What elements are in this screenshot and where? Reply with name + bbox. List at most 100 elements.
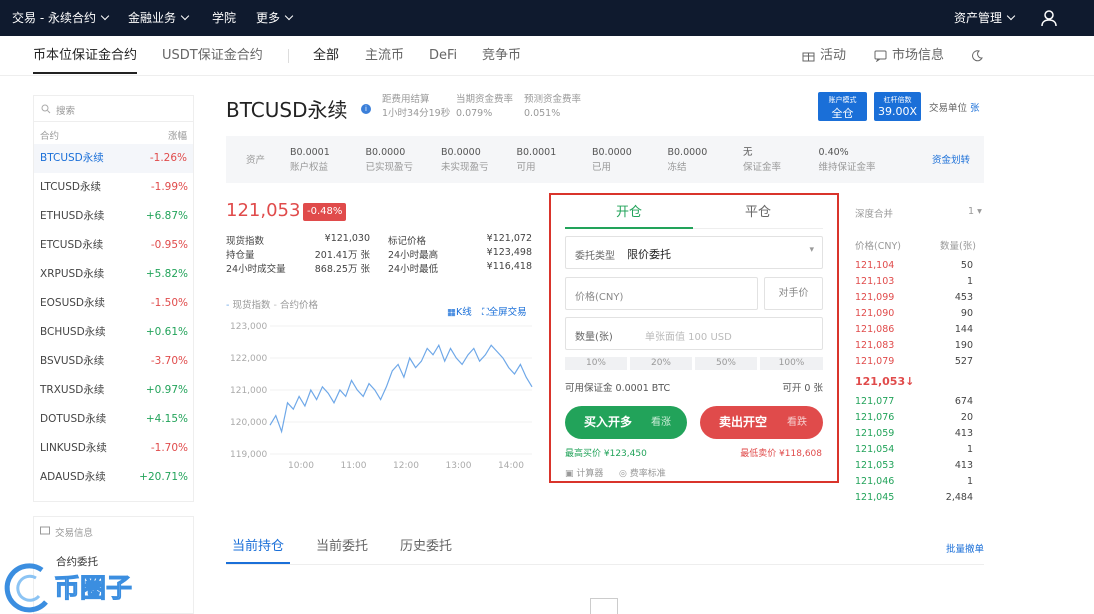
sidebar-item-xrpusd永续[interactable]: XRPUSD永续 +5.82% — [40, 260, 188, 289]
asset-item: 无保证金率 — [743, 145, 781, 175]
tab-defi[interactable]: DeFi — [429, 36, 457, 76]
x-tick-label: 14:00 — [498, 461, 524, 471]
moon-icon[interactable] — [970, 49, 983, 62]
order-type-select[interactable]: 委托类型 限价委托 ▾ — [565, 236, 823, 269]
calculator-link[interactable]: ▣ 计算器 — [565, 466, 603, 479]
batch-cancel-link[interactable]: 批量撤单 — [946, 541, 984, 555]
tab-competitor[interactable]: 竞争币 — [482, 36, 521, 76]
trade-unit-toggle[interactable]: 张 — [970, 103, 980, 114]
tab-usdt-margined[interactable]: USDT保证金合约 — [162, 36, 263, 76]
search-input[interactable]: 搜索 — [34, 96, 193, 122]
depth-row[interactable]: 121,104 50 — [855, 258, 973, 274]
nav-more[interactable]: 更多 — [256, 0, 294, 36]
asset-label: 保证金率 — [743, 162, 782, 173]
sidebar-item-adausd永续[interactable]: ADAUSD永续 +20.71% — [40, 463, 188, 492]
sidebar-item-bchusd永续[interactable]: BCHUSD永续 +0.61% — [40, 318, 188, 347]
stat-label: 现货指数 — [226, 236, 265, 247]
asset-label: 可用 — [516, 162, 536, 173]
kline-link[interactable]: ▦K线 — [447, 304, 472, 318]
stat-value: ¥121,072 — [486, 233, 532, 244]
depth-row[interactable]: 121,077 674 — [855, 394, 973, 410]
percent-20-button[interactable]: 20% — [630, 357, 692, 370]
market-info-link[interactable]: 市场信息 — [892, 36, 944, 76]
depth-price: 121,059 — [855, 428, 895, 439]
sidebar-item-name: BSVUSD永续 — [40, 355, 105, 367]
sidebar-item-etcusd永续[interactable]: ETCUSD永续 -0.95% — [40, 231, 188, 260]
symbol-title: BTCUSD永续 — [226, 98, 348, 122]
nav-asset-management[interactable]: 资产管理 — [954, 0, 1016, 36]
leverage-button[interactable]: 杠杆倍数 39.00X — [874, 92, 921, 121]
asset-item: B0.0000 未实现盈亏 — [441, 145, 489, 175]
fee-standard-link[interactable]: ◎ 费率标准 — [619, 466, 666, 479]
depth-last-price: 121,053↓ — [855, 375, 915, 388]
sidebar-item-trxusd永续[interactable]: TRXUSD永续 +0.97% — [40, 376, 188, 405]
depth-row[interactable]: 121,103 1 — [855, 274, 973, 290]
account-mode-button[interactable]: 账户模式 全仓 — [818, 92, 867, 121]
tab-current-orders[interactable]: 当前委托 — [316, 530, 368, 564]
fullscreen-trade-link[interactable]: ⛶全屏交易 — [482, 304, 527, 318]
depth-row[interactable]: 121,090 90 — [855, 306, 973, 322]
fee-icon: ◎ — [619, 469, 627, 479]
tab-mainstream[interactable]: 主流币 — [365, 36, 404, 76]
tab-current-positions[interactable]: 当前持仓 — [226, 530, 291, 564]
top-nav-bar: 交易 - 永续合约 金融业务 学院 更多 资产管理 — [0, 0, 1094, 36]
percent-10-button[interactable]: 10% — [565, 357, 627, 370]
depth-row[interactable]: 121,086 144 — [855, 322, 973, 338]
counterparty-price-button[interactable]: 对手价 — [764, 277, 823, 310]
user-icon[interactable] — [1040, 9, 1058, 27]
sidebar-item-ltcusd永续[interactable]: LTCUSD永续 -1.99% — [40, 173, 188, 202]
depth-merge-select[interactable]: 1 ▾ — [968, 206, 982, 217]
col-change[interactable]: 涨幅 — [168, 128, 187, 142]
price-input[interactable]: 价格(CNY) — [565, 277, 758, 310]
nav-finance[interactable]: 金融业务 — [128, 0, 190, 36]
sidebar-item-change: +0.61% — [145, 326, 188, 338]
sidebar-item-dotusd永续[interactable]: DOTUSD永续 +4.15% — [40, 405, 188, 434]
empty-state-icon — [590, 598, 618, 614]
depth-row[interactable]: 121,076 20 — [855, 410, 973, 426]
depth-qty: 1 — [966, 276, 973, 287]
depth-row[interactable]: 121,045 2,484 — [855, 490, 973, 506]
last-price: 121,053 — [226, 200, 301, 221]
buy-long-button[interactable]: 买入开多 看涨 — [565, 406, 687, 439]
search-icon — [41, 104, 51, 114]
tab-open-position[interactable]: 开仓 — [565, 200, 693, 229]
tab-order-history[interactable]: 历史委托 — [400, 530, 452, 564]
sidebar-item-bsvusd永续[interactable]: BSVUSD永续 -3.70% — [40, 347, 188, 376]
fund-transfer-link[interactable]: 资金划转 — [932, 152, 970, 166]
depth-row[interactable]: 121,053 413 — [855, 458, 973, 474]
nav-trade[interactable]: 交易 - 永续合约 — [12, 0, 110, 36]
depth-qty: 413 — [954, 460, 973, 471]
asset-item: B0.0000 已用 — [592, 145, 632, 175]
tab-close-position[interactable]: 平仓 — [693, 200, 823, 229]
depth-row[interactable]: 121,099 453 — [855, 290, 973, 306]
sidebar-item-name: ETCUSD永续 — [40, 239, 104, 251]
sidebar-item-name: ADAUSD永续 — [40, 471, 106, 483]
activity-link[interactable]: 活动 — [820, 36, 846, 76]
sidebar-item-linkusd永续[interactable]: LINKUSD永续 -1.70% — [40, 434, 188, 463]
sidebar-item-eosusd永续[interactable]: EOSUSD永续 -1.50% — [40, 289, 188, 318]
contract-orders-link[interactable]: 合约委托 — [56, 554, 98, 569]
nav-academy[interactable]: 学院 — [212, 0, 236, 36]
percent-50-button[interactable]: 50% — [695, 357, 757, 370]
sidebar-item-btcusd永续[interactable]: BTCUSD永续 -1.26% — [34, 144, 193, 173]
asset-item: B0.0001 可用 — [517, 145, 557, 175]
info-icon[interactable]: i — [361, 104, 371, 114]
sidebar-item-change: +0.97% — [145, 384, 188, 396]
depth-row[interactable]: 121,083 190 — [855, 338, 973, 354]
sidebar-item-name: DOTUSD永续 — [40, 413, 107, 425]
tab-all[interactable]: 全部 — [313, 36, 339, 76]
stat-label: 24小时最低 — [388, 264, 439, 275]
depth-row[interactable]: 121,054 1 — [855, 442, 973, 458]
calculator-icon: ▣ — [565, 469, 574, 479]
assets-bar: 资产 B0.0001 账户权益 B0.0000 已实现盈亏 B0.0000 未实现盈亏 B0… — [226, 136, 984, 183]
sidebar-item-ethusd永续[interactable]: ETHUSD永续 +6.87% — [40, 202, 188, 231]
depth-row[interactable]: 121,079 527 — [855, 354, 973, 370]
depth-qty: 413 — [954, 428, 973, 439]
asset-item: B0.0000 已实现盈亏 — [366, 145, 414, 175]
depth-row[interactable]: 121,046 1 — [855, 474, 973, 490]
quantity-input[interactable]: 数量(张) 单张面值 100 USD — [565, 317, 823, 350]
tab-coin-margined[interactable]: 币本位保证金合约 — [33, 36, 138, 74]
percent-100-button[interactable]: 100% — [760, 357, 823, 370]
sell-short-button[interactable]: 卖出开空 看跌 — [700, 406, 823, 439]
depth-row[interactable]: 121,059 413 — [855, 426, 973, 442]
